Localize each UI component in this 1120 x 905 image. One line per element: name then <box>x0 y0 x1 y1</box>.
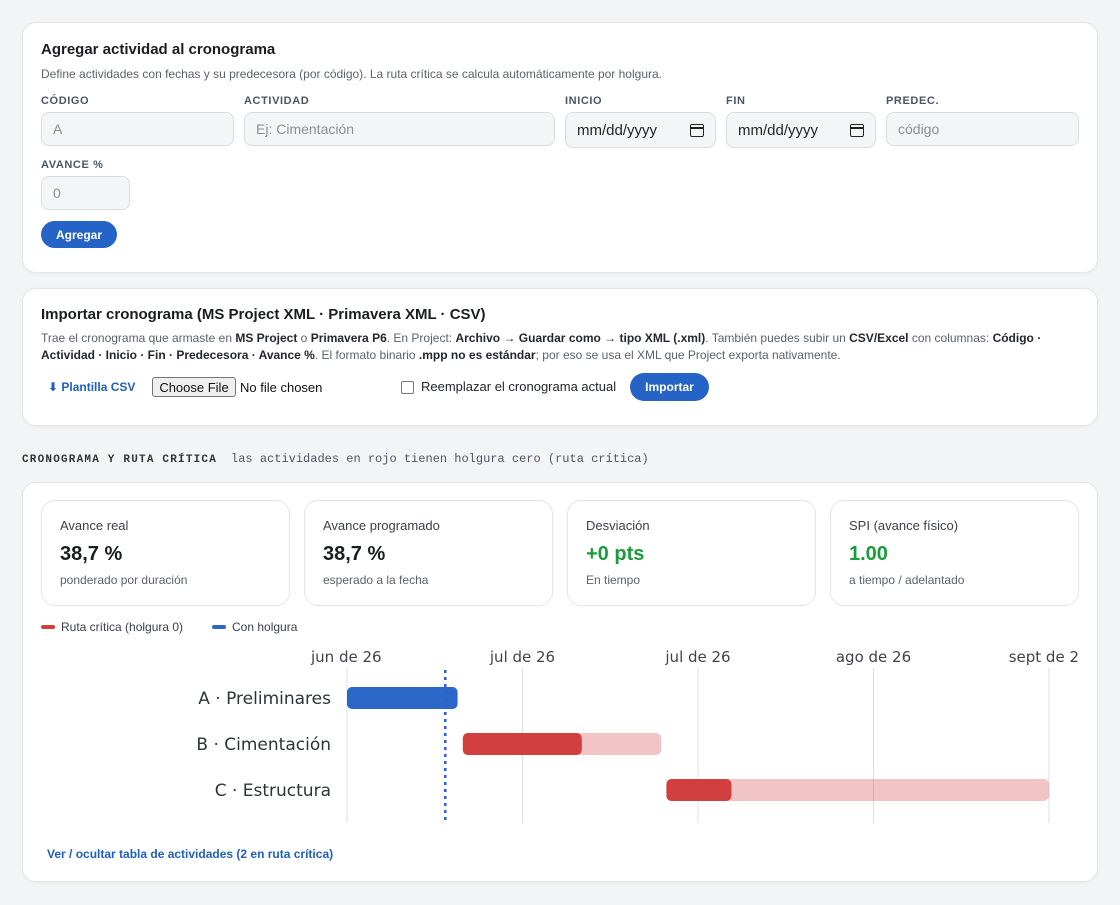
add-activity-button[interactable]: Agregar <box>41 221 117 248</box>
gantt-task-progress <box>462 733 582 755</box>
import-desc-text: . En Project: <box>386 331 456 345</box>
predecessor-input[interactable] <box>886 112 1079 146</box>
schedule-card: Avance real 38,7 % ponderado por duració… <box>22 482 1098 882</box>
import-desc-text: ; por eso se usa el XML que Project expo… <box>535 348 841 362</box>
add-activity-description: Define actividades con fechas y su prede… <box>41 67 662 81</box>
import-desc-bold: Archivo → Guardar como → tipo XML (.xml) <box>455 331 706 345</box>
predecessor-label: PREDEC. <box>886 95 940 107</box>
kpi-sub: En tiempo <box>586 573 641 587</box>
schedule-section-title: CRONOGRAMA Y RUTA CRÍTICA <box>22 454 218 466</box>
start-date-value: mm/dd/yyyy <box>577 121 658 139</box>
schedule-section-subtitle: las actividades en rojo tienen holgura c… <box>231 452 649 466</box>
gantt-x-tick-label: jul de 26 <box>489 648 555 666</box>
toggle-activity-table-link[interactable]: Ver / ocultar tabla de actividades (2 en… <box>47 847 333 861</box>
gantt-x-tick-label: sept de 2 <box>1009 648 1079 666</box>
gantt-task-label: B · Cimentación <box>196 735 331 755</box>
import-desc-bold: Primavera P6 <box>310 331 387 345</box>
legend-critical: Ruta crítica (holgura 0) <box>41 620 183 634</box>
add-activity-card: Agregar actividad al cronograma Define a… <box>22 22 1098 273</box>
end-date-input[interactable]: mm/dd/yyyy <box>726 112 876 148</box>
kpi-value: 1.00 <box>849 543 888 565</box>
gantt-x-tick-label: jul de 26 <box>664 648 730 666</box>
replace-schedule-label[interactable]: Reemplazar el cronograma actual <box>421 379 616 394</box>
import-desc-text: o <box>297 331 311 345</box>
end-date-value: mm/dd/yyyy <box>738 121 819 139</box>
progress-label: AVANCE % <box>41 159 104 171</box>
legend-critical-label: Ruta crítica (holgura 0) <box>61 620 184 634</box>
import-desc-text: Trae el cronograma que armaste en <box>41 331 236 345</box>
start-date-label: INICIO <box>565 95 603 107</box>
kpi-label: Avance real <box>60 518 129 533</box>
kpi-deviation: Desviación +0 pts En tiempo <box>567 500 816 606</box>
file-status: No file chosen <box>240 380 323 395</box>
kpi-sub: a tiempo / adelantado <box>849 573 965 587</box>
end-date-label: FIN <box>726 95 746 107</box>
gantt-task-progress <box>347 687 458 709</box>
import-desc-text: con columnas: <box>908 331 993 345</box>
progress-input[interactable] <box>41 176 130 210</box>
kpi-label: Desviación <box>586 518 650 533</box>
code-label: CÓDIGO <box>41 95 90 107</box>
kpi-label: SPI (avance físico) <box>849 518 959 533</box>
gantt-task-label: A · Preliminares <box>198 689 331 709</box>
calendar-icon[interactable] <box>690 123 704 137</box>
code-input[interactable] <box>41 112 234 146</box>
choose-file-button[interactable]: Choose File <box>152 377 236 397</box>
kpi-value: 38,7 % <box>323 543 386 565</box>
import-button[interactable]: Importar <box>630 373 709 401</box>
kpi-value: +0 pts <box>586 543 645 565</box>
legend-swatch-slack <box>212 625 226 629</box>
import-description: Trae el cronograma que armaste en MS Pro… <box>41 330 1081 364</box>
import-desc-bold: CSV/Excel <box>849 331 909 345</box>
import-desc-text: . También puedes subir un <box>705 331 850 345</box>
gantt-x-tick-label: ago de 26 <box>836 648 911 666</box>
import-title: Importar cronograma (MS Project XML · Pr… <box>41 306 486 323</box>
legend-swatch-critical <box>41 625 55 629</box>
import-card: Importar cronograma (MS Project XML · Pr… <box>22 288 1098 426</box>
kpi-value: 38,7 % <box>60 543 123 565</box>
kpi-planned-progress: Avance programado 38,7 % esperado a la f… <box>304 500 553 606</box>
activity-input[interactable] <box>244 112 555 146</box>
kpi-label: Avance programado <box>323 518 440 533</box>
legend-slack-label: Con holgura <box>232 620 298 634</box>
schedule-section-heading: CRONOGRAMA Y RUTA CRÍTICA las actividades… <box>22 452 649 466</box>
add-activity-title: Agregar actividad al cronograma <box>41 41 276 58</box>
calendar-icon[interactable] <box>850 123 864 137</box>
csv-template-link[interactable]: ⬇ Plantilla CSV <box>48 380 135 394</box>
import-desc-bold: .mpp no es estándar <box>418 348 536 362</box>
start-date-input[interactable]: mm/dd/yyyy <box>565 112 716 148</box>
import-desc-text: . El formato binario <box>314 348 419 362</box>
gantt-x-tick-label: jun de 26 <box>310 648 382 666</box>
legend-slack: Con holgura <box>212 620 297 634</box>
kpi-actual-progress: Avance real 38,7 % ponderado por duració… <box>41 500 290 606</box>
replace-schedule-checkbox[interactable] <box>401 381 414 394</box>
kpi-sub: esperado a la fecha <box>323 573 429 587</box>
gantt-chart: jun de 26 jul de 26 jul de 26 ago de 26 sept… <box>196 648 1079 823</box>
import-desc-bold: MS Project <box>235 331 298 345</box>
gantt-task-label: C · Estructura <box>215 781 331 801</box>
kpi-sub: ponderado por duración <box>60 573 188 587</box>
activity-label: ACTIVIDAD <box>244 95 310 107</box>
gantt-task-progress <box>666 779 732 801</box>
kpi-spi: SPI (avance físico) 1.00 a tiempo / adel… <box>830 500 1079 606</box>
